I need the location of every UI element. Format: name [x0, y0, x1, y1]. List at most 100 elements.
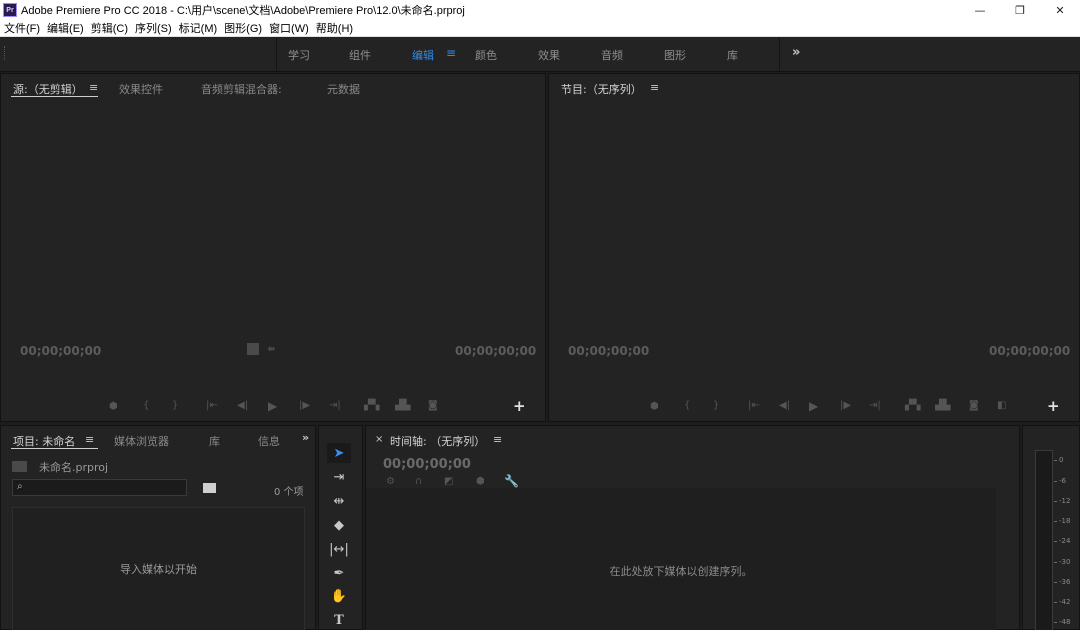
export-frame-icon[interactable]: ◙ [969, 400, 979, 411]
add-marker-icon[interactable]: ⬢ [109, 401, 118, 412]
close-tab-icon[interactable]: × [375, 434, 383, 445]
lift-icon[interactable]: ▞▚ [905, 400, 920, 411]
project-panel-menu-icon[interactable]: ≡ [85, 433, 94, 446]
db-tick [1054, 501, 1057, 502]
menu-file[interactable]: 文件(F) [4, 20, 40, 36]
workspace-separator [276, 37, 277, 72]
tab-metadata[interactable]: 元数据 [327, 81, 360, 97]
go-to-in-icon[interactable]: |⇤ [206, 400, 218, 411]
menu-edit[interactable]: 编辑(E) [47, 20, 84, 36]
menu-help[interactable]: 帮助(H) [316, 20, 353, 36]
workspace-tab-assembly[interactable]: 组件 [349, 47, 371, 63]
go-to-out-icon[interactable]: ⇥| [329, 400, 341, 411]
overwrite-clip-icon[interactable]: ▟▙ [395, 400, 410, 411]
go-to-in-icon[interactable]: |⇤ [748, 400, 760, 411]
menu-markers[interactable]: 标记(M) [179, 20, 218, 36]
drop-frame-icon[interactable] [247, 343, 259, 355]
workspace-tab-effects[interactable]: 效果 [538, 47, 560, 63]
razor-tool-icon[interactable]: ◆ [327, 515, 351, 535]
step-forward-icon[interactable]: |▶ [299, 400, 310, 411]
mark-in-icon[interactable]: { [684, 400, 690, 411]
project-search-input[interactable]: ⌕ [12, 479, 187, 496]
timeline-drop-area[interactable] [366, 488, 996, 630]
step-back-icon[interactable]: ◀| [237, 400, 248, 411]
insert-clip-icon[interactable]: ▞▚ [364, 400, 379, 411]
nest-icon[interactable]: ⚙ [386, 476, 395, 487]
panel-overflow-icon[interactable]: » [302, 431, 309, 444]
add-marker-icon[interactable]: ⬢ [476, 476, 485, 487]
maximize-button[interactable]: ❐ [1000, 0, 1040, 20]
insert-icon[interactable]: ⇻ [267, 344, 275, 355]
tools-panel: ➤ ⇥ ⇹ ◆ |↔| ✒ ✋ T [318, 425, 363, 630]
hand-tool-icon[interactable]: ✋ [327, 586, 351, 606]
program-monitor-panel: 节目:（无序列） ≡ 00;00;00;00 00;00;00;00 ⬢ { }… [548, 73, 1080, 422]
timeline-timecode[interactable]: 00;00;00;00 [383, 457, 471, 472]
audio-meters-panel: 0 -6 -12 -18 -24 -30 -36 -42 -48 [1022, 425, 1080, 630]
play-icon[interactable]: ▶ [809, 399, 818, 413]
search-icon: ⌕ [17, 481, 23, 492]
menu-sequence[interactable]: 序列(S) [135, 20, 172, 36]
pen-tool-icon[interactable]: ✒ [327, 563, 351, 583]
tab-libraries[interactable]: 库 [209, 433, 220, 449]
wrench-icon[interactable]: 🔧 [504, 474, 519, 488]
ripple-edit-tool-icon[interactable]: ⇹ [327, 491, 351, 511]
close-button[interactable]: ✕ [1040, 0, 1080, 20]
minimize-button[interactable]: — [960, 0, 1000, 20]
mark-out-icon[interactable]: } [172, 400, 178, 411]
export-frame-icon[interactable]: ◙ [428, 400, 438, 411]
type-tool-icon[interactable]: T [327, 610, 351, 630]
window-controls: — ❐ ✕ [960, 0, 1080, 20]
db-tick [1054, 481, 1057, 482]
db-label: -18 [1059, 517, 1071, 525]
selection-tool-icon[interactable]: ➤ [327, 443, 351, 463]
tab-project[interactable]: 项目: 未命名 [13, 433, 75, 449]
item-count: 0 个项 [274, 487, 304, 498]
extract-icon[interactable]: ▟▙ [935, 400, 950, 411]
source-panel-menu-icon[interactable]: ≡ [89, 81, 98, 94]
source-timecode-duration: 00;00;00;00 [455, 344, 537, 358]
play-icon[interactable]: ▶ [268, 399, 277, 413]
comparison-view-icon[interactable]: ◧ [997, 400, 1006, 411]
track-select-tool-icon[interactable]: ⇥ [327, 467, 351, 487]
db-label: -24 [1059, 537, 1071, 545]
button-editor-add-button[interactable]: + [513, 397, 526, 415]
tab-timeline[interactable]: 时间轴: （无序列） [390, 433, 485, 449]
workspace-tab-graphics[interactable]: 图形 [664, 47, 686, 63]
tab-source[interactable]: 源:（无剪辑） [13, 81, 83, 97]
button-editor-add-button[interactable]: + [1047, 397, 1060, 415]
tab-media-browser[interactable]: 媒体浏览器 [114, 433, 169, 449]
premiere-logo-icon: Pr [3, 3, 17, 17]
add-marker-icon[interactable]: ⬢ [650, 401, 659, 412]
tab-audio-clip-mixer[interactable]: 音频剪辑混合器: [201, 81, 282, 97]
menu-graphics[interactable]: 图形(G) [224, 20, 262, 36]
workspace-tab-libraries[interactable]: 库 [727, 47, 738, 63]
snap-icon[interactable]: ∩ [415, 476, 422, 487]
linked-selection-icon[interactable]: ◩ [444, 476, 453, 487]
media-drop-area[interactable]: 导入媒体以开始 [12, 507, 305, 630]
workspace-tab-audio[interactable]: 音频 [601, 47, 623, 63]
workspace-tab-editing[interactable]: 编辑 [412, 47, 434, 63]
workspace-tab-learn[interactable]: 学习 [288, 47, 310, 63]
tab-info[interactable]: 信息 [258, 433, 280, 449]
new-bin-icon[interactable] [203, 483, 216, 493]
go-to-out-icon[interactable]: ⇥| [869, 400, 881, 411]
menu-clip[interactable]: 剪辑(C) [91, 20, 128, 36]
mark-out-icon[interactable]: } [713, 400, 719, 411]
workspace-menu-icon[interactable]: ≡ [446, 46, 456, 60]
menu-window[interactable]: 窗口(W) [269, 20, 309, 36]
source-timecode-current[interactable]: 00;00;00;00 [20, 344, 101, 358]
program-timecode-current[interactable]: 00;00;00;00 [568, 344, 649, 358]
workspace-more-icon[interactable]: » [792, 45, 800, 60]
mark-in-icon[interactable]: { [143, 400, 149, 411]
program-timecode-duration: 00;00;00;00 [989, 344, 1071, 358]
slip-tool-icon[interactable]: |↔| [327, 539, 351, 559]
db-label: -30 [1059, 558, 1071, 566]
timeline-panel-menu-icon[interactable]: ≡ [493, 433, 502, 446]
tab-effect-controls[interactable]: 效果控件 [119, 81, 163, 97]
tab-program[interactable]: 节目:（无序列） [561, 81, 642, 97]
program-panel-menu-icon[interactable]: ≡ [650, 81, 659, 94]
workspace-tab-color[interactable]: 颜色 [475, 47, 497, 63]
step-forward-icon[interactable]: |▶ [840, 400, 851, 411]
step-back-icon[interactable]: ◀| [779, 400, 790, 411]
workspace-grip-icon[interactable] [4, 46, 6, 60]
